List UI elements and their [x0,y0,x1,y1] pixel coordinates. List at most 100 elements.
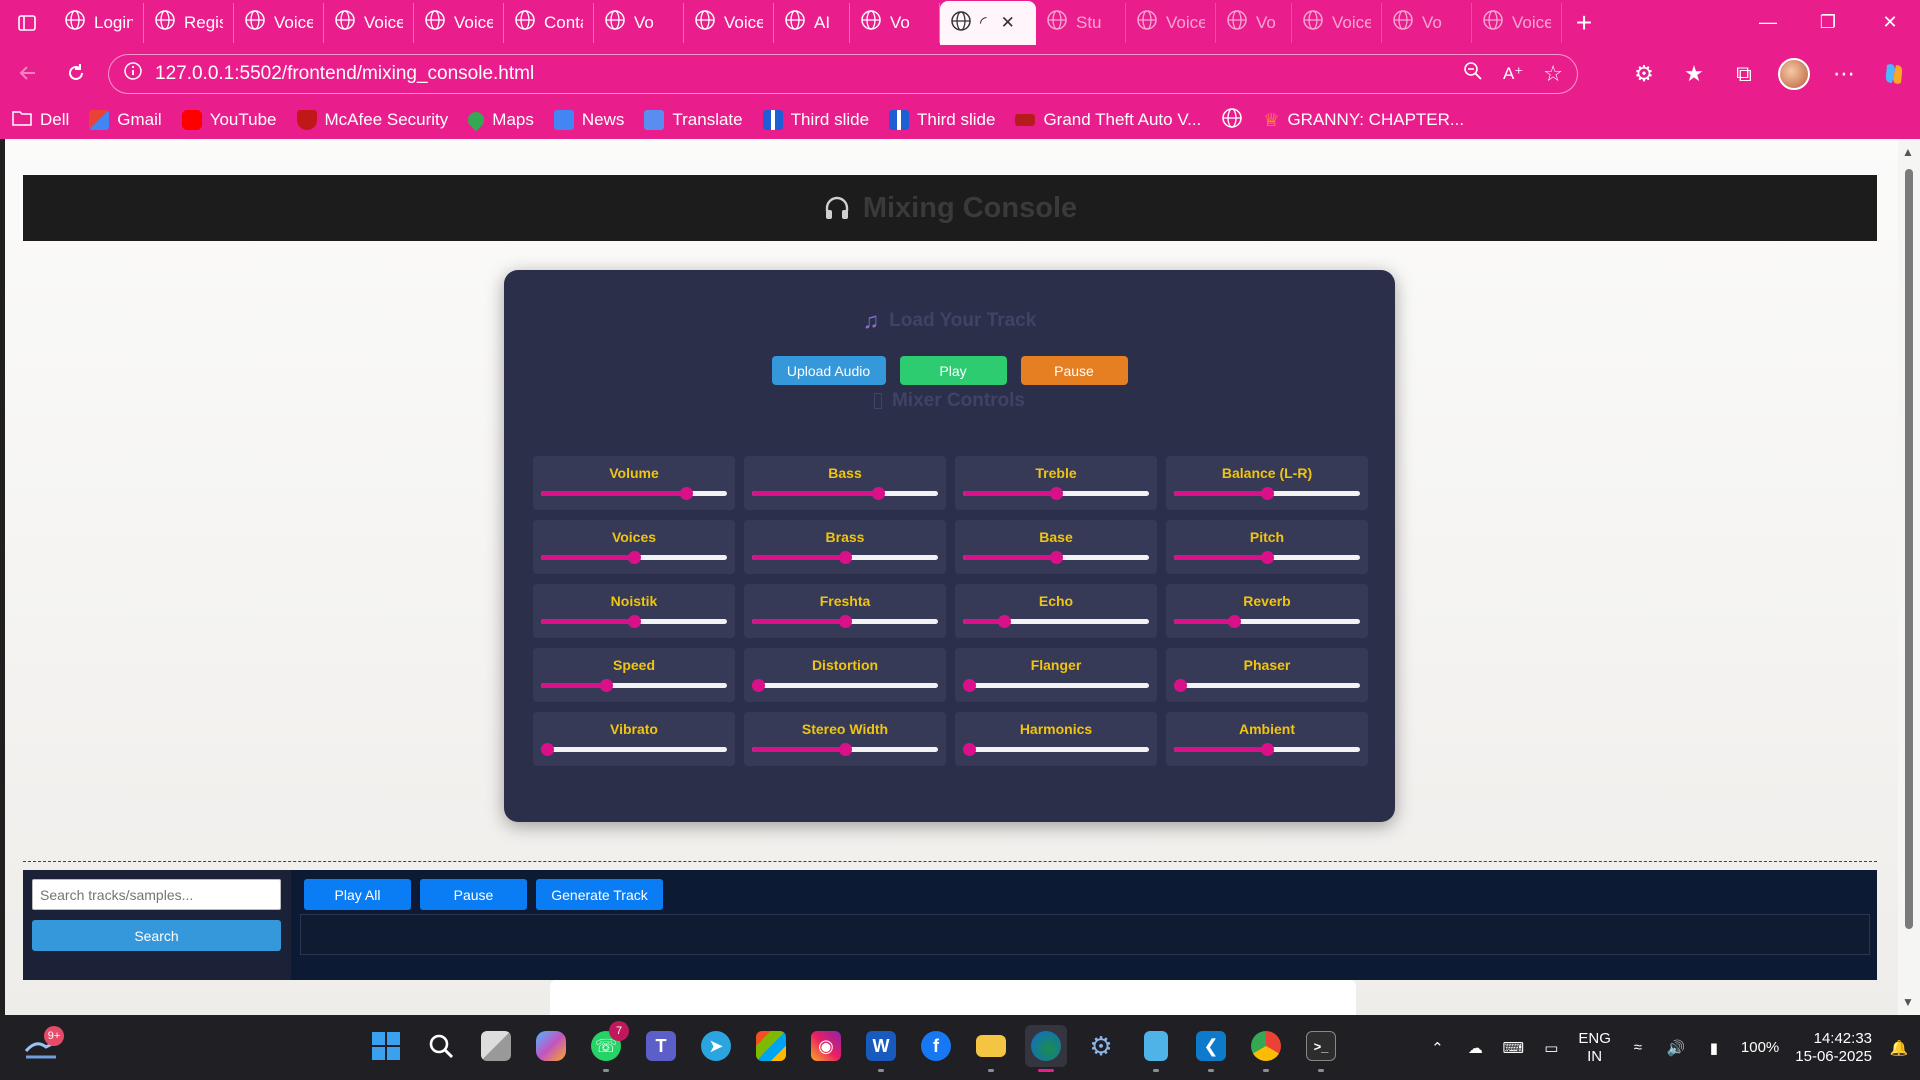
bookmark-news[interactable]: News [553,110,624,130]
slider-thumb[interactable] [540,743,554,756]
slider-thumb[interactable] [1261,487,1274,500]
generate-track-button[interactable]: Generate Track [536,879,663,910]
control-slider[interactable] [1173,679,1360,692]
telegram-icon[interactable]: ➤ [695,1025,737,1067]
copilot-app-icon[interactable] [530,1025,572,1067]
close-tab-icon[interactable]: ✕ [1001,13,1015,33]
play-all-button[interactable]: Play All [304,879,411,910]
slider-thumb[interactable] [628,551,641,564]
favorite-star-icon[interactable]: ☆ [1543,61,1563,87]
slider-thumb[interactable] [962,743,976,756]
back-arrow-icon[interactable] [4,53,52,93]
task-view-icon[interactable] [475,1025,517,1067]
control-slider[interactable] [541,551,727,564]
control-slider[interactable] [1174,743,1360,756]
browser-tab[interactable]: AI [774,2,850,43]
slider-thumb[interactable] [1261,743,1274,756]
whatsapp-icon[interactable]: ☏ 7 [585,1021,629,1072]
scroll-down-icon[interactable]: ▼ [1902,995,1914,1009]
pause-button[interactable]: Pause [1020,356,1128,385]
word-icon[interactable]: W [860,1025,902,1072]
bookmark-youtube[interactable]: YouTube [181,110,277,130]
browser-tab[interactable]: Vo [1382,2,1472,43]
control-slider[interactable] [751,679,938,692]
control-slider[interactable] [752,487,938,500]
widgets-button[interactable]: 9+ [22,1026,66,1069]
close-window-button[interactable]: ✕ [1862,0,1918,45]
browser-tab[interactable]: Vo [850,2,940,43]
facebook-icon[interactable]: f [915,1025,957,1067]
browser-tab[interactable]: Voice [1292,2,1382,43]
control-slider[interactable] [963,487,1149,500]
slider-thumb[interactable] [839,551,852,564]
profile-avatar[interactable] [1778,58,1810,90]
chrome-icon[interactable] [1245,1025,1287,1072]
chevron-up-icon[interactable]: ⌃ [1426,1037,1448,1059]
control-slider[interactable] [962,743,1149,756]
language-indicator[interactable]: ENG IN [1578,1030,1611,1066]
control-slider[interactable] [540,743,727,756]
browser-tab[interactable]: Stu [1036,2,1126,43]
scroll-thumb[interactable] [1905,169,1913,929]
slider-thumb[interactable] [628,615,641,628]
scroll-up-icon[interactable]: ▲ [1902,145,1914,159]
instagram-icon[interactable]: ◉ [805,1025,847,1067]
bookmark-third-slide-1[interactable]: Third slide [762,110,869,130]
extensions-icon[interactable]: ⚙ [1628,58,1660,90]
control-slider[interactable] [752,743,938,756]
search-input[interactable] [32,879,281,910]
slider-thumb[interactable] [1227,615,1241,628]
browser-tab[interactable]: VoiceC [1472,2,1562,43]
slider-thumb[interactable] [1050,551,1063,564]
bookmark-translate[interactable]: Translate [644,110,743,130]
slider-thumb[interactable] [1050,487,1063,500]
page-scrollbar[interactable]: ▲ ▼ [1898,139,1920,1015]
browser-tab[interactable]: VoiceC [1126,2,1216,43]
volume-icon[interactable]: 🔊 [1665,1037,1687,1059]
slider-thumb[interactable] [872,487,886,500]
browser-tab[interactable]: Vo [594,2,684,43]
slider-thumb[interactable] [839,615,852,628]
control-slider[interactable] [541,615,727,628]
teams-icon[interactable]: T [640,1025,682,1067]
start-button[interactable] [365,1025,407,1067]
copilot-icon[interactable] [1878,58,1910,90]
zoom-icon[interactable] [1463,61,1483,87]
control-slider[interactable] [541,487,727,500]
browser-tab[interactable]: Regist [144,2,234,43]
refresh-icon[interactable] [52,53,100,93]
tablet-icon[interactable]: ▭ [1540,1037,1562,1059]
player-pause-button[interactable]: Pause [420,879,527,910]
bookmark-third-slide-2[interactable]: Third slide [889,110,995,130]
browser-tab[interactable]: Vo [1216,2,1292,43]
browser-tab[interactable]: VoiceC [414,2,504,43]
notification-bell-icon[interactable]: 🔔 [1888,1037,1910,1059]
settings-icon[interactable]: ⚙ [1080,1025,1122,1067]
slider-thumb[interactable] [751,679,765,692]
control-slider[interactable] [752,615,938,628]
keyboard-icon[interactable]: ⌨ [1502,1037,1525,1059]
bookmark-gmail[interactable]: Gmail [89,110,162,130]
store-icon[interactable] [750,1025,792,1067]
bookmark-globe[interactable] [1221,107,1243,134]
slider-thumb[interactable] [839,743,852,756]
slider-thumb[interactable] [680,487,694,500]
search-button[interactable]: Search [32,920,281,951]
slider-thumb[interactable] [1261,551,1274,564]
bookmark-mcafee[interactable]: McAfee Security [296,110,448,130]
slider-thumb[interactable] [997,615,1011,628]
bookmark-granny[interactable]: ♕ GRANNY: CHAPTER... [1263,110,1464,131]
browser-tab[interactable]: Conta [504,2,594,43]
new-tab-button[interactable]: + [1562,7,1606,39]
edge-browser-icon[interactable] [1025,1025,1067,1072]
search-icon[interactable] [420,1025,462,1067]
browser-tab[interactable]: VoiceT [684,2,774,43]
clock[interactable]: 14:42:33 15-06-2025 [1795,1030,1872,1066]
minimize-button[interactable]: — [1740,0,1796,45]
slider-thumb[interactable] [1173,679,1187,692]
bookmark-maps[interactable]: Maps [464,108,534,132]
site-info-icon[interactable] [123,61,143,87]
browser-tab[interactable]: VoiceC [234,2,324,43]
file-explorer-icon[interactable] [970,1025,1012,1072]
slider-thumb[interactable] [600,679,614,692]
